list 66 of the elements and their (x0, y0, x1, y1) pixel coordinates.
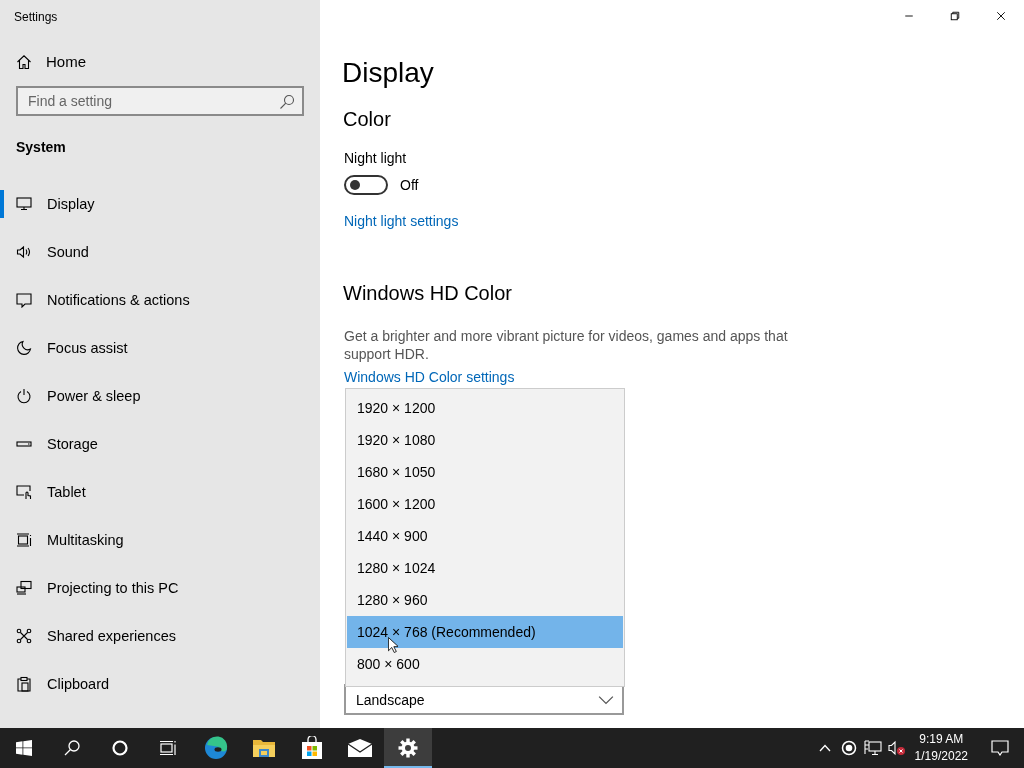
clock[interactable]: 9:19 AM 1/19/2022 (908, 731, 976, 765)
section-heading: System (16, 139, 66, 155)
sidebar-item[interactable]: Power & sleep (0, 372, 320, 420)
folder-icon (252, 738, 276, 758)
tablet-touch-icon (16, 484, 32, 500)
shopping-bag-icon (301, 736, 323, 760)
home-icon (16, 53, 32, 70)
chevron-up-icon[interactable] (818, 744, 831, 752)
dropdown-option[interactable]: 1920 × 1080 (347, 424, 623, 456)
notification-icon[interactable] (991, 740, 1009, 756)
gear-icon (398, 738, 418, 758)
task-view-icon (159, 740, 177, 756)
setting-label: Night light (344, 150, 407, 166)
settings-link[interactable]: Windows HD Color settings (344, 369, 515, 385)
dropdown-option[interactable]: 1280 × 960 (347, 584, 623, 616)
clock-time: 9:19 AM (919, 731, 964, 748)
dropdown-option[interactable]: 800 × 600 (347, 648, 623, 680)
section-heading: Color (343, 108, 391, 131)
sidebar-item[interactable]: Tablet (0, 468, 320, 516)
envelope-icon (347, 738, 373, 758)
close-icon (995, 10, 1007, 22)
monitor-icon (16, 196, 32, 212)
sidebar-item[interactable]: Projecting to this PC (0, 564, 320, 612)
section-heading: Windows HD Color (343, 282, 512, 305)
projecting-icon (16, 580, 32, 596)
clipboard-icon (16, 676, 32, 692)
sidebar-item[interactable]: Focus assist (0, 324, 320, 372)
network-icon[interactable] (863, 740, 882, 756)
search-icon (63, 739, 81, 757)
settings-link[interactable]: Night light settings (344, 213, 459, 229)
clock-date: 1/19/2022 (914, 748, 968, 765)
dropdown-option[interactable]: 1440 × 900 (347, 520, 623, 552)
record-icon[interactable] (840, 740, 857, 756)
dropdown-option[interactable]: 1920 × 1200 (347, 392, 623, 424)
dropdown-option[interactable]: 1024 × 768 (Recommended) (347, 616, 623, 648)
shared-nodes-icon (16, 628, 32, 644)
toggle-switch[interactable] (344, 175, 388, 195)
sidebar-item[interactable]: Shared experiences (0, 612, 320, 660)
sidebar-item[interactable]: Clipboard (0, 660, 320, 708)
sidebar-item[interactable]: Sound (0, 228, 320, 276)
sidebar-item[interactable]: Display (0, 180, 320, 228)
dropdown-option[interactable]: 1600 × 1200 (347, 488, 623, 520)
taskbar-button[interactable] (384, 728, 432, 768)
sidebar-item[interactable]: Multitasking (0, 516, 320, 564)
dropdown-option[interactable]: 1280 × 1024 (347, 552, 623, 584)
window-title: Settings (13, 9, 58, 26)
toggle-state: Off (400, 177, 419, 193)
description-text: Get a brighter and more vibrant picture for videos, games and apps that support HDR. (344, 327, 789, 363)
restore-icon (949, 10, 961, 22)
multitasking-icon (16, 532, 32, 548)
crescent-moon-icon (16, 340, 32, 356)
windows-logo-icon (16, 740, 32, 756)
muted-speaker-icon[interactable] (887, 740, 906, 756)
speaker-icon (16, 244, 32, 260)
ring-icon (112, 740, 128, 756)
search-icon (279, 94, 295, 110)
dropdown-option[interactable]: 1680 × 1050 (347, 456, 623, 488)
browser-swirl-icon (204, 736, 228, 760)
home-link[interactable]: Home (16, 53, 86, 70)
page-title: Display (342, 56, 434, 90)
search-field[interactable]: Find a setting (16, 86, 304, 116)
power-icon (16, 388, 32, 404)
sidebar-item[interactable]: Notifications & actions (0, 276, 320, 324)
mouse-pointer-icon (388, 637, 398, 653)
speech-bubble-icon (16, 292, 32, 308)
sidebar-item[interactable]: Storage (0, 420, 320, 468)
